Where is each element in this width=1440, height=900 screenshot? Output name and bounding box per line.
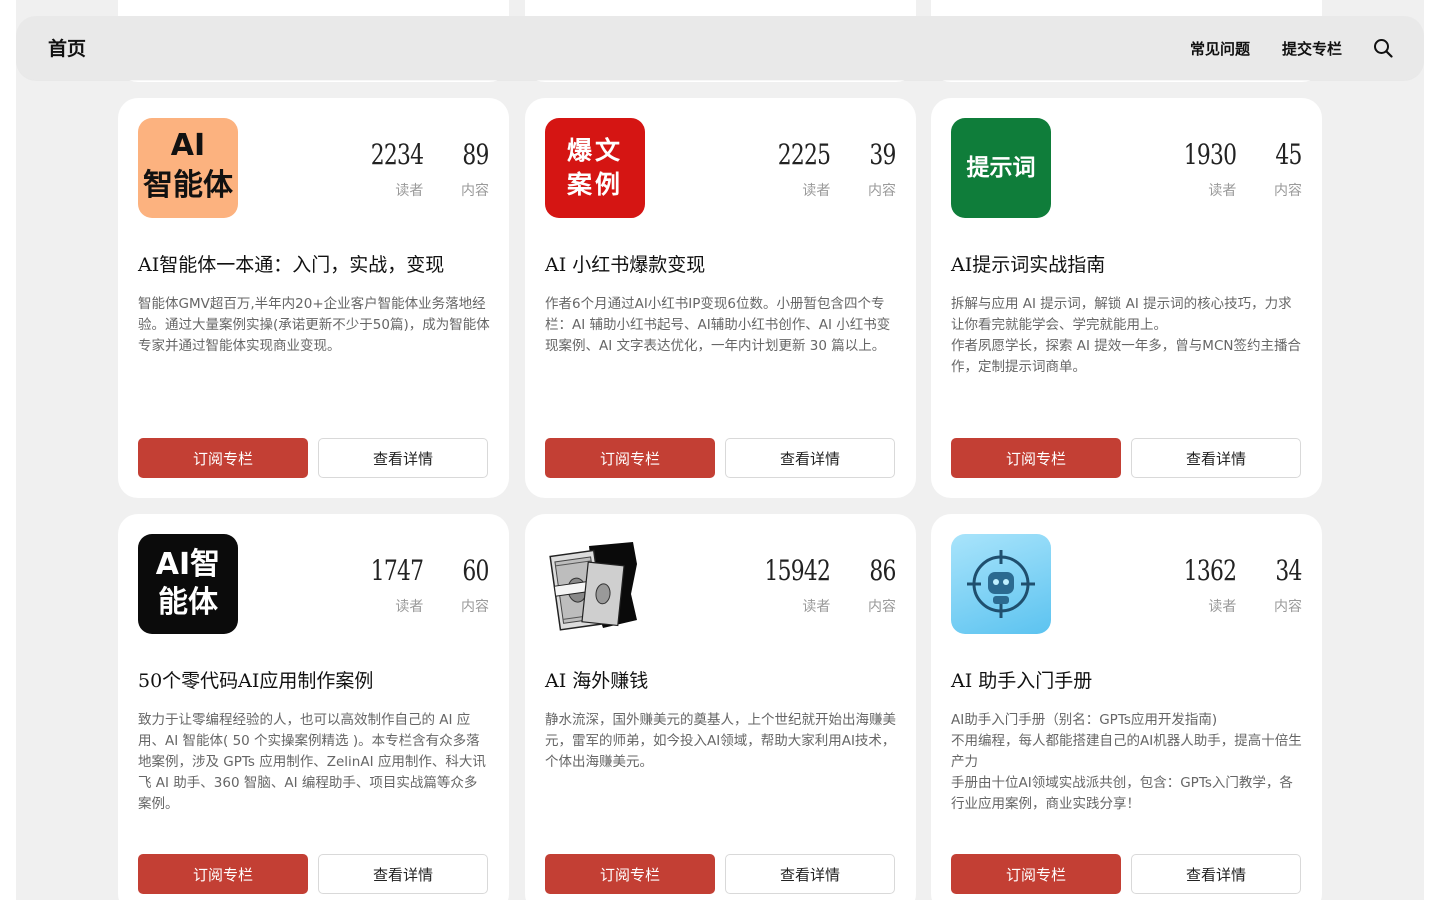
cover-text: AI — [170, 128, 206, 163]
column-card: 15942 读者 86 内容 AI 海外赚钱 静水流深，国外赚美元的奠基人，上个世纪… — [525, 514, 916, 900]
subscribe-button[interactable]: 订阅专栏 — [138, 854, 308, 894]
reader-count: 2225 — [777, 138, 831, 171]
card-title[interactable]: AI 海外赚钱 — [545, 666, 648, 693]
reader-count: 1747 — [370, 554, 424, 587]
subscribe-button[interactable]: 订阅专栏 — [138, 438, 308, 478]
card-description: 拆解与应用 AI 提示词，解锁 AI 提示词的核心技巧，力求让你看完就能学会、学… — [951, 296, 1301, 375]
content-count: 34 — [1275, 554, 1303, 587]
reader-label: 读者 — [1208, 183, 1237, 199]
nav-home-link[interactable]: 首页 — [48, 34, 86, 61]
card-title[interactable]: AI提示词实战指南 — [951, 250, 1105, 277]
subscribe-button[interactable]: 订阅专栏 — [951, 854, 1121, 894]
cover-text: 提示词 — [966, 155, 1036, 181]
details-button[interactable]: 查看详情 — [725, 438, 895, 478]
card-title[interactable]: AI智能体一本通：入门，实战，变现 — [138, 250, 444, 277]
reader-count: 1362 — [1183, 554, 1237, 587]
card-cover-viral-cases: 爆文 案例 — [545, 118, 645, 218]
details-button[interactable]: 查看详情 — [1131, 854, 1301, 894]
card-description: 静水流深，国外赚美元的奠基人，上个世纪就开始出海赚美元，雷军的师弟，如今投入AI… — [545, 712, 896, 770]
column-card: 爆文 案例 2225 读者 39 内容 AI 小红书爆款变现 作者6个月通过AI小红… — [525, 98, 916, 498]
column-card: 1362 读者 34 内容 AI 助手入门手册 AI助手入门手册（别名：GPTs应用… — [931, 514, 1322, 900]
card-title[interactable]: 50个零代码AI应用制作案例 — [138, 666, 373, 693]
top-navbar: 首页 常见问题 提交专栏 — [16, 16, 1424, 80]
cover-text: AI智 — [155, 547, 221, 582]
content-label: 内容 — [461, 599, 489, 615]
card-cover-prompt: 提示词 — [951, 118, 1051, 218]
content-label: 内容 — [1274, 183, 1302, 199]
card-title[interactable]: AI 助手入门手册 — [951, 666, 1092, 693]
cover-text: 能体 — [158, 585, 218, 620]
subscribe-button[interactable]: 订阅专栏 — [545, 438, 715, 478]
cover-text: 智能体 — [143, 168, 233, 203]
robot-target-icon — [951, 534, 1051, 634]
reader-count: 15942 — [764, 554, 831, 587]
card-cover-ai-agent: AI 智能体 — [138, 118, 238, 218]
column-card: AI 智能体 2234 读者 89 内容 AI智能体一本通：入门，实战，变现 智能体… — [118, 98, 509, 498]
search-icon[interactable] — [1372, 37, 1394, 59]
content-label: 内容 — [868, 599, 896, 615]
details-button[interactable]: 查看详情 — [318, 438, 488, 478]
content-count: 45 — [1275, 138, 1303, 171]
cover-text: 案例 — [566, 170, 623, 199]
subscribe-button[interactable]: 订阅专栏 — [951, 438, 1121, 478]
content-count: 86 — [869, 554, 897, 587]
reader-label: 读者 — [1208, 599, 1237, 615]
content-count: 60 — [462, 554, 490, 587]
card-description: 智能体GMV超百万,半年内20+企业客户智能体业务落地经验。通过大量案例实操(承… — [138, 296, 490, 354]
column-card: 提示词 1930 读者 45 内容 AI提示词实战指南 拆解与应用 AI 提示词，解… — [931, 98, 1322, 498]
reader-label: 读者 — [395, 599, 424, 615]
content-count: 39 — [869, 138, 897, 171]
cover-text: 爆文 — [566, 136, 623, 165]
subscribe-button[interactable]: 订阅专栏 — [545, 854, 715, 894]
card-title[interactable]: AI 小红书爆款变现 — [545, 250, 705, 277]
details-button[interactable]: 查看详情 — [318, 854, 488, 894]
reader-label: 读者 — [802, 599, 831, 615]
money-stack-icon — [545, 534, 645, 634]
card-description: 作者6个月通过AI小红书IP变现6位数。小册暂包含四个专栏：AI 辅助小红书起号… — [545, 296, 891, 354]
nav-faq-link[interactable]: 常见问题 — [1190, 38, 1250, 59]
reader-label: 读者 — [802, 183, 831, 199]
content-count: 89 — [462, 138, 490, 171]
content-label: 内容 — [1274, 599, 1302, 615]
card-description: 致力于让零编程经验的人，也可以高效制作自己的 AI 应用、AI 智能体( 50 … — [138, 712, 486, 812]
content-label: 内容 — [868, 183, 896, 199]
details-button[interactable]: 查看详情 — [1131, 438, 1301, 478]
column-card: AI智 能体 1747 读者 60 内容 50个零代码AI应用制作案例 致力于让零编… — [118, 514, 509, 900]
details-button[interactable]: 查看详情 — [725, 854, 895, 894]
reader-count: 2234 — [370, 138, 424, 171]
card-cover-ai-agent-black: AI智 能体 — [138, 534, 238, 634]
reader-count: 1930 — [1183, 138, 1237, 171]
nav-submit-link[interactable]: 提交专栏 — [1282, 38, 1342, 59]
content-label: 内容 — [461, 183, 489, 199]
reader-label: 读者 — [395, 183, 424, 199]
card-description: AI助手入门手册（别名：GPTs应用开发指南) 不用编程，每人都能搭建自己的AI… — [951, 712, 1302, 812]
